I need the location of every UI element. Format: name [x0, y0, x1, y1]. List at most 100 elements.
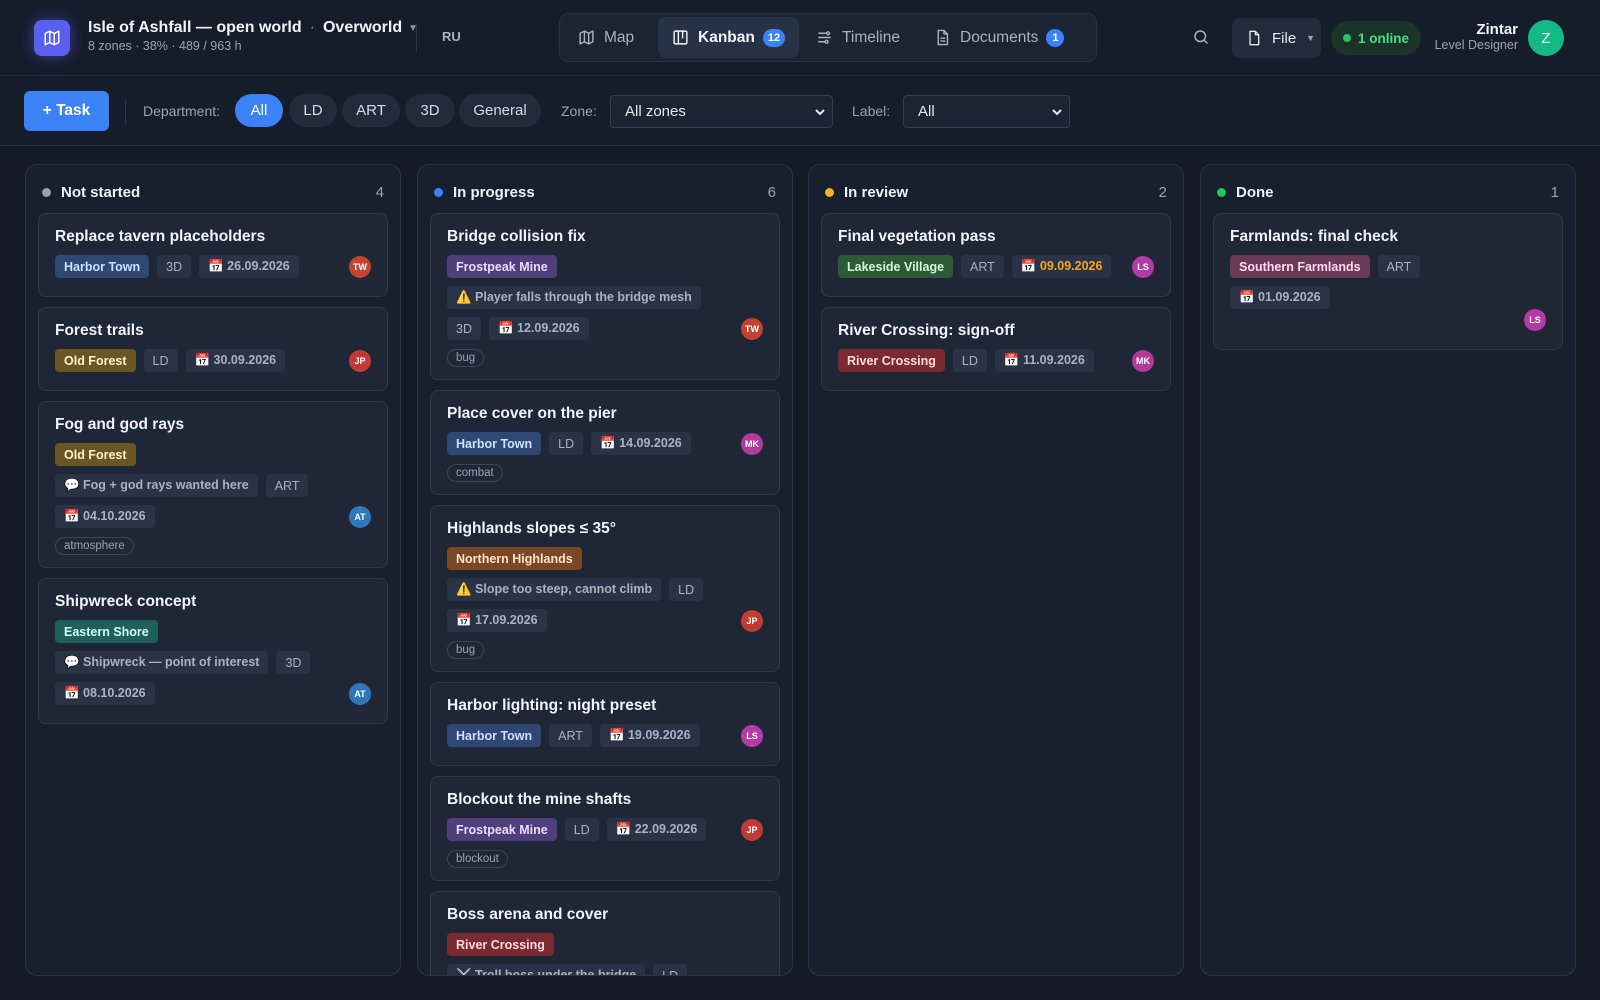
- zone-tag: Frostpeak Mine: [447, 255, 557, 278]
- kanban-column: Not started 4 Replace tavern placeholders H…: [25, 164, 401, 976]
- assignee-avatar[interactable]: JP: [741, 610, 763, 632]
- zone-select[interactable]: All zones: [610, 95, 833, 128]
- zone-tag: River Crossing: [838, 349, 945, 372]
- task-card[interactable]: Fog and god rays Old Forest 💬 Fog + god ra…: [38, 401, 388, 568]
- user-info: Zintar Level Designer: [1435, 21, 1518, 52]
- card-title: Replace tavern placeholders: [55, 228, 266, 245]
- chevron-down-icon: [1052, 109, 1062, 116]
- assignee-avatar[interactable]: LS: [741, 725, 763, 747]
- task-card[interactable]: Final vegetation pass Lakeside Village ART…: [821, 213, 1171, 297]
- task-card[interactable]: Farmlands: final check Southern Farmlands…: [1213, 213, 1563, 350]
- task-card[interactable]: Harbor lighting: night preset Harbor Town…: [430, 682, 780, 766]
- chevron-down-icon: [815, 109, 825, 116]
- project-switcher[interactable]: Isle of Ashfall — open world · Overworld…: [88, 19, 418, 53]
- due-date-tag: 📅 12.09.2026: [488, 317, 589, 340]
- divider: [416, 24, 417, 52]
- assignee-avatar[interactable]: AT: [349, 683, 371, 705]
- status-dot-icon: [1217, 187, 1226, 197]
- task-card[interactable]: Forest trails Old Forest LD 📅 30.09.2026 JP: [38, 307, 388, 391]
- zone-tag: Old Forest: [55, 349, 136, 372]
- card-title: Forest trails: [55, 322, 144, 339]
- timeline-icon: [818, 31, 831, 44]
- online-label: 1 online: [1358, 30, 1410, 46]
- task-card[interactable]: Place cover on the pier Harbor Town LD 📅 14…: [430, 390, 780, 495]
- note-tag: ⚠️ Player falls through the bridge mesh: [447, 286, 701, 309]
- online-status[interactable]: 1 online: [1331, 21, 1422, 55]
- department-tag: 3D: [276, 651, 311, 674]
- assignee-avatar[interactable]: LS: [1524, 309, 1546, 331]
- status-dot-icon: [825, 187, 834, 197]
- tab-timeline[interactable]: Timeline: [802, 17, 914, 58]
- task-card[interactable]: Boss arena and cover River Crossing ⚔️ Tro…: [430, 891, 780, 975]
- department-tag: LD: [952, 349, 987, 372]
- language-toggle[interactable]: RU: [442, 29, 461, 44]
- project-stats: 8 zones · 38% · 489 / 963 h: [88, 39, 242, 53]
- card-tags: Old Forest 💬 Fog + god rays wanted here AR…: [55, 443, 371, 536]
- status-dot-icon: [434, 187, 443, 197]
- department-tag: LD: [669, 578, 704, 601]
- tab-kanban[interactable]: Kanban 12: [658, 17, 800, 58]
- column-title: Done: [1236, 183, 1274, 201]
- add-task-button[interactable]: + Task: [24, 91, 109, 131]
- zone-tag: Harbor Town: [447, 432, 542, 455]
- kanban-icon: [673, 30, 688, 45]
- tab-map[interactable]: Map: [564, 17, 648, 58]
- file-menu-button[interactable]: File ▼: [1232, 18, 1321, 58]
- avatar[interactable]: Z: [1528, 20, 1564, 56]
- filter-toolbar: + Task Department: All LD ART 3D General…: [0, 77, 1600, 146]
- label-chip: atmosphere: [55, 537, 134, 555]
- count-badge: 12: [762, 28, 786, 47]
- due-date-tag: 📅 08.10.2026: [55, 682, 155, 705]
- label-select[interactable]: All: [903, 95, 1070, 128]
- task-card[interactable]: River Crossing: sign-off River Crossing LD…: [821, 307, 1171, 391]
- assignee-avatar[interactable]: TW: [741, 318, 763, 340]
- card-list: Replace tavern placeholders Harbor Town 3D…: [38, 213, 388, 734]
- app-logo[interactable]: [34, 20, 70, 56]
- card-title: Farmlands: final check: [1230, 228, 1398, 245]
- card-tags: Lakeside Village ART 📅 09.09.2026: [838, 255, 1154, 286]
- assignee-avatar[interactable]: MK: [1132, 350, 1154, 372]
- search-button[interactable]: [1192, 28, 1210, 46]
- card-tags: Frostpeak Mine ⚠️ Player falls through th…: [447, 255, 763, 348]
- due-date-tag: 📅 01.09.2026: [1230, 286, 1330, 309]
- department-filter-general[interactable]: General: [459, 94, 541, 127]
- task-card[interactable]: Replace tavern placeholders Harbor Town 3D…: [38, 213, 388, 297]
- department-filter-all[interactable]: All: [235, 94, 283, 127]
- card-title: Harbor lighting: night preset: [447, 697, 657, 714]
- online-dot-icon: [1343, 34, 1351, 42]
- department-filter-3d[interactable]: 3D: [405, 94, 455, 127]
- column-count: 4: [375, 183, 384, 201]
- task-card[interactable]: Shipwreck concept Eastern Shore 💬 Shipwrec…: [38, 578, 388, 724]
- due-date-tag: 📅 11.09.2026: [994, 349, 1094, 372]
- department-tag: LD: [564, 818, 599, 841]
- tab-label: Map: [604, 28, 635, 46]
- assignee-avatar[interactable]: JP: [741, 819, 763, 841]
- column-count: 2: [1158, 183, 1167, 201]
- view-tabs: Map Kanban 12 Timeline Documents 1: [559, 13, 1097, 62]
- department-filter-ld[interactable]: LD: [289, 94, 337, 127]
- label-chip: bug: [447, 641, 485, 659]
- kanban-column: In review 2 Final vegetation pass Lakeside …: [808, 164, 1184, 976]
- card-tags: Harbor Town ART 📅 19.09.2026: [447, 724, 763, 755]
- zone-tag: Harbor Town: [447, 724, 542, 747]
- card-tags: Harbor Town LD 📅 14.09.2026: [447, 432, 763, 463]
- column-title: Not started: [61, 183, 141, 201]
- count-badge: 1: [1046, 28, 1065, 47]
- card-list: Farmlands: final check Southern Farmlands…: [1213, 213, 1563, 360]
- assignee-avatar[interactable]: LS: [1132, 256, 1154, 278]
- assignee-avatar[interactable]: AT: [349, 506, 371, 528]
- zone-select-value: All zones: [625, 103, 686, 120]
- assignee-avatar[interactable]: TW: [349, 256, 371, 278]
- card-title: Fog and god rays: [55, 416, 185, 433]
- assignee-avatar[interactable]: MK: [741, 433, 763, 455]
- task-card[interactable]: Blockout the mine shafts Frostpeak Mine LD…: [430, 776, 780, 881]
- zone-tag: Frostpeak Mine: [447, 818, 557, 841]
- tab-documents[interactable]: Documents 1: [920, 17, 1078, 58]
- task-card[interactable]: Highlands slopes ≤ 35° Northern Highlands…: [430, 505, 780, 672]
- user-name: Zintar: [1476, 21, 1518, 38]
- department-filter-art[interactable]: ART: [342, 94, 400, 127]
- task-card[interactable]: Bridge collision fix Frostpeak Mine ⚠️ Pla…: [430, 213, 780, 380]
- kanban-column: Done 1 Farmlands: final check Southern Farm…: [1200, 164, 1576, 976]
- assignee-avatar[interactable]: JP: [349, 350, 371, 372]
- card-tags: Harbor Town 3D 📅 26.09.2026: [55, 255, 371, 286]
